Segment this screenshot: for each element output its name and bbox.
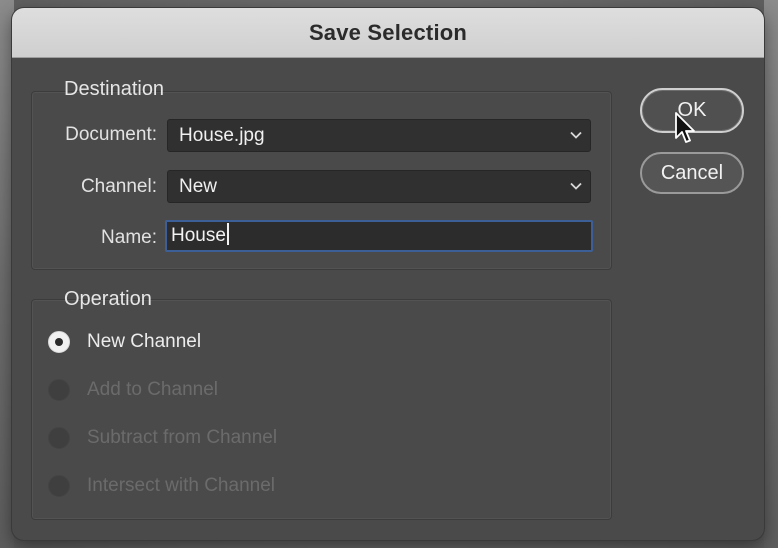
radio-selected-icon[interactable] [48, 331, 70, 353]
document-select-value: House.jpg [179, 125, 265, 146]
radio-disabled-icon [48, 427, 70, 449]
name-input-value: House [171, 225, 226, 246]
operation-group-label: Operation [64, 288, 152, 310]
save-selection-dialog: Save Selection Destination Document: Hou… [12, 8, 764, 540]
radio-disabled-icon [48, 379, 70, 401]
radio-new-channel[interactable]: New Channel [48, 331, 201, 353]
radio-add-to-channel: Add to Channel [48, 379, 218, 401]
radio-intersect-with-channel-label: Intersect with Channel [87, 475, 275, 496]
cancel-button[interactable]: Cancel [640, 152, 744, 194]
chevron-down-icon [570, 182, 582, 190]
document-select[interactable]: House.jpg [167, 119, 591, 152]
backdrop-right [764, 0, 778, 548]
dialog-title: Save Selection [12, 8, 764, 58]
mouse-pointer-icon [675, 112, 695, 143]
radio-subtract-from-channel-label: Subtract from Channel [87, 427, 278, 448]
channel-label: Channel: [80, 176, 157, 197]
name-label: Name: [101, 227, 157, 248]
radio-new-channel-label: New Channel [87, 331, 202, 352]
name-input[interactable]: House [165, 220, 593, 252]
chevron-down-icon [570, 131, 582, 139]
radio-disabled-icon [48, 475, 70, 497]
radio-add-to-channel-label: Add to Channel [87, 379, 218, 400]
radio-subtract-from-channel: Subtract from Channel [48, 427, 277, 449]
radio-intersect-with-channel: Intersect with Channel [48, 475, 275, 497]
text-caret [226, 223, 229, 245]
destination-group-label: Destination [64, 78, 165, 100]
channel-select-value: New [179, 176, 218, 197]
document-label: Document: [65, 124, 157, 145]
channel-select[interactable]: New [167, 170, 591, 203]
